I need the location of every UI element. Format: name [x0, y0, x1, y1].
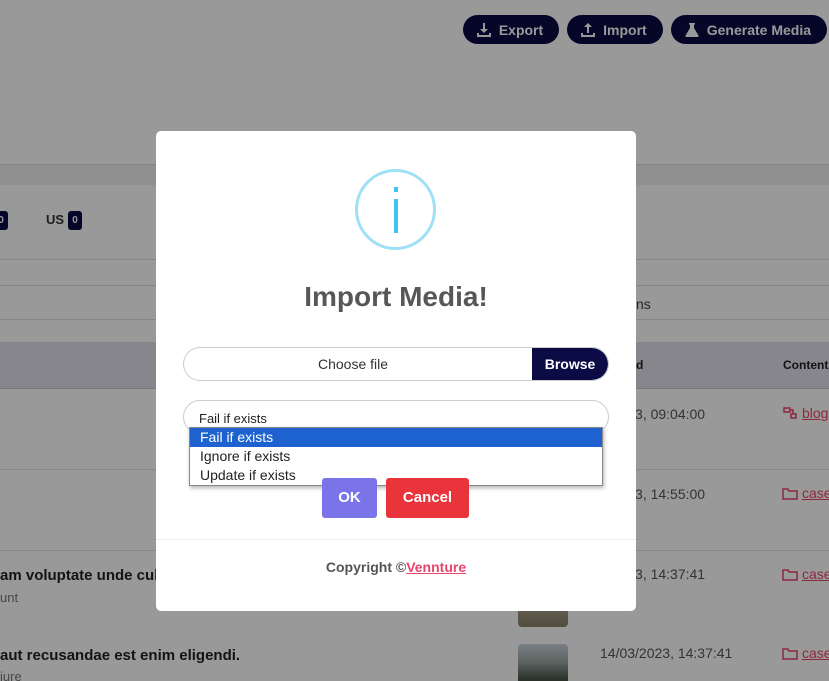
- import-media-dialog: Import Media! Choose file Browse Fail if…: [156, 131, 636, 611]
- cancel-button[interactable]: Cancel: [386, 478, 469, 518]
- file-placeholder: Choose file: [317, 356, 389, 372]
- copyright-text: Copyright ©: [325, 559, 407, 575]
- option-fail-if-exists[interactable]: Fail if exists: [190, 428, 602, 447]
- browse-button[interactable]: Browse: [532, 348, 608, 380]
- ok-button[interactable]: OK: [322, 478, 377, 518]
- option-ignore-if-exists[interactable]: Ignore if exists: [190, 447, 602, 466]
- vennture-link[interactable]: Vennture: [406, 559, 466, 575]
- dialog-footer: Copyright ©Vennture: [156, 539, 636, 611]
- info-icon: [355, 169, 436, 250]
- dialog-title: Import Media!: [304, 281, 488, 312]
- file-input[interactable]: Choose file Browse: [183, 347, 609, 381]
